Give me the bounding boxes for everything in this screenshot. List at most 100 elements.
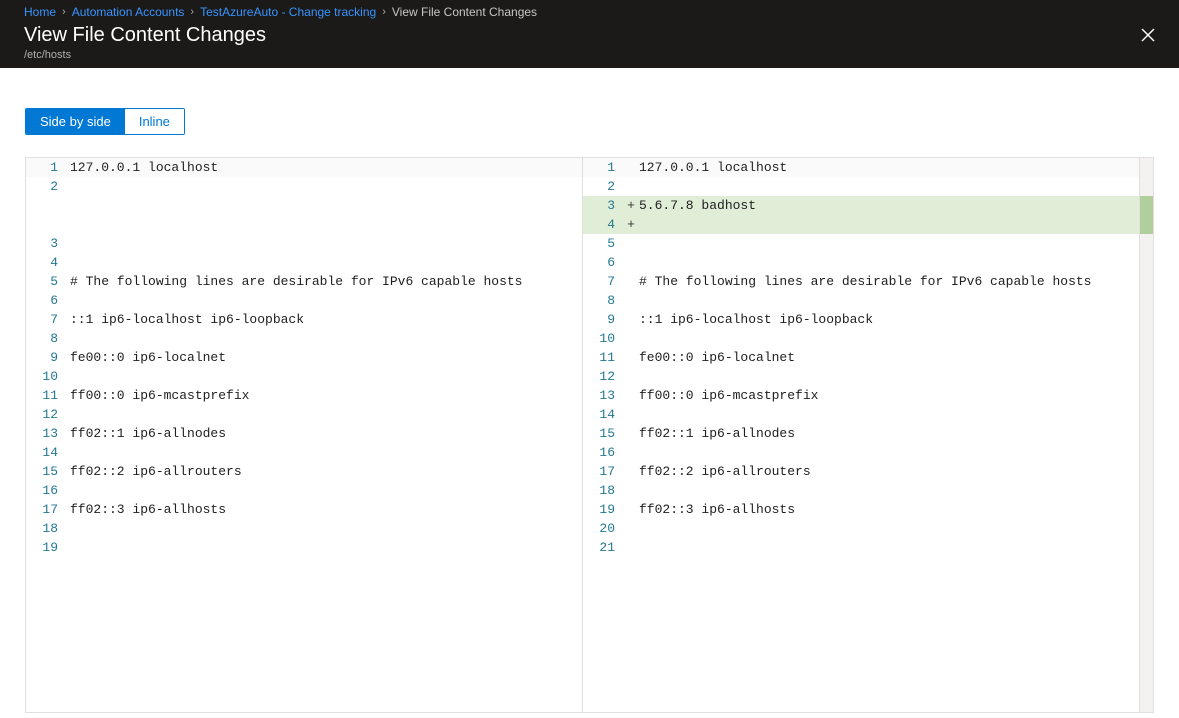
line-number: 11 [26, 386, 68, 405]
diff-line: 18 [583, 481, 1139, 500]
page-title: View File Content Changes [24, 22, 266, 48]
line-number: 14 [26, 443, 68, 462]
top-bar: Home › Automation Accounts › TestAzureAu… [0, 0, 1179, 68]
line-number: 1 [26, 158, 68, 177]
line-number: 2 [583, 177, 625, 196]
line-number: 12 [26, 405, 68, 424]
line-content: 5.6.7.8 badhost [637, 196, 1139, 215]
chevron-right-icon: › [190, 6, 194, 18]
line-content: ff00::0 ip6-mcastprefix [637, 386, 1139, 405]
breadcrumb-tracking[interactable]: TestAzureAuto - Change tracking [200, 5, 376, 19]
diff-line: 12 [26, 405, 582, 424]
line-number: 18 [583, 481, 625, 500]
line-number: 17 [583, 462, 625, 481]
line-number: 4 [26, 253, 68, 272]
diff-line: 21 [583, 538, 1139, 557]
diff-overview-ruler[interactable] [1139, 158, 1153, 712]
diff-line: 9::1 ip6-localhost ip6-loopback [583, 310, 1139, 329]
diff-line: 12 [583, 367, 1139, 386]
diff-line: 14 [26, 443, 582, 462]
inline-tab[interactable]: Inline [125, 109, 184, 134]
line-content: 127.0.0.1 localhost [68, 158, 582, 177]
diff-line: 2 [583, 177, 1139, 196]
line-content: ff02::2 ip6-allrouters [68, 462, 582, 481]
diff-right-pane[interactable]: 1127.0.0.1 localhost23+5.6.7.8 badhost4+… [583, 158, 1139, 712]
line-number: 15 [26, 462, 68, 481]
diff-line: 1127.0.0.1 localhost [26, 158, 582, 177]
line-number: 21 [583, 538, 625, 557]
page-subtitle: /etc/hosts [24, 49, 266, 61]
diff-sign: + [625, 196, 637, 215]
line-content: fe00::0 ip6-localnet [68, 348, 582, 367]
line-content: ff02::3 ip6-allhosts [637, 500, 1139, 519]
line-number: 16 [583, 443, 625, 462]
line-number: 13 [26, 424, 68, 443]
diff-line: 13ff02::1 ip6-allnodes [26, 424, 582, 443]
close-button[interactable] [1135, 22, 1161, 48]
close-icon [1141, 28, 1155, 42]
line-number: 18 [26, 519, 68, 538]
breadcrumb-accounts[interactable]: Automation Accounts [72, 5, 185, 19]
diff-line: 6 [583, 253, 1139, 272]
line-number: 7 [583, 272, 625, 291]
diff-line: 10 [583, 329, 1139, 348]
diff-line: 9fe00::0 ip6-localnet [26, 348, 582, 367]
diff-line: 5# The following lines are desirable for… [26, 272, 582, 291]
diff-line: 3 [26, 234, 582, 253]
line-content: # The following lines are desirable for … [68, 272, 582, 291]
diff-line: 17ff02::3 ip6-allhosts [26, 500, 582, 519]
diff-viewer: 1127.0.0.1 localhost2345# The following … [25, 157, 1154, 713]
line-number: 20 [583, 519, 625, 538]
diff-line: 18 [26, 519, 582, 538]
line-number: 9 [583, 310, 625, 329]
line-content: fe00::0 ip6-localnet [637, 348, 1139, 367]
diff-line: 11ff00::0 ip6-mcastprefix [26, 386, 582, 405]
line-number: 19 [26, 538, 68, 557]
chevron-right-icon: › [382, 6, 386, 18]
line-number: 11 [583, 348, 625, 367]
diff-line: 13 ff00::0 ip6-mcastprefix [583, 386, 1139, 405]
breadcrumb: Home › Automation Accounts › TestAzureAu… [0, 0, 1179, 22]
line-content: ff00::0 ip6-mcastprefix [68, 386, 582, 405]
line-content: # The following lines are desirable for … [637, 272, 1139, 291]
breadcrumb-current: View File Content Changes [392, 5, 537, 19]
diff-line: 2 [26, 177, 582, 196]
line-number: 6 [583, 253, 625, 272]
diff-left-pane[interactable]: 1127.0.0.1 localhost2 345# The following … [26, 158, 583, 712]
diff-line: 19 [26, 538, 582, 557]
diff-line: 16 [583, 443, 1139, 462]
diff-line: 10 [26, 367, 582, 386]
line-number: 8 [26, 329, 68, 348]
diff-line: 5 [583, 234, 1139, 253]
diff-line: 6 [26, 291, 582, 310]
side-by-side-tab[interactable]: Side by side [26, 109, 125, 134]
diff-line [26, 196, 582, 215]
view-toggle: Side by side Inline [25, 108, 185, 135]
line-number: 16 [26, 481, 68, 500]
line-content: ff02::3 ip6-allhosts [68, 500, 582, 519]
diff-line: 15ff02::1 ip6-allnodes [583, 424, 1139, 443]
diff-line: 16 [26, 481, 582, 500]
diff-line: 3+5.6.7.8 badhost [583, 196, 1139, 215]
diff-line: 14 [583, 405, 1139, 424]
diff-line: 20 [583, 519, 1139, 538]
breadcrumb-home[interactable]: Home [24, 5, 56, 19]
line-number: 13 [583, 386, 625, 405]
line-content: ff02::1 ip6-allnodes [68, 424, 582, 443]
diff-line [26, 215, 582, 234]
line-number: 5 [583, 234, 625, 253]
diff-line: 8 [583, 291, 1139, 310]
chevron-right-icon: › [62, 6, 66, 18]
diff-line: 4 [26, 253, 582, 272]
line-number: 2 [26, 177, 68, 196]
diff-line: 17ff02::2 ip6-allrouters [583, 462, 1139, 481]
line-number: 19 [583, 500, 625, 519]
line-number: 6 [26, 291, 68, 310]
diff-line: 7 # The following lines are desirable for… [583, 272, 1139, 291]
content-area: Side by side Inline 1127.0.0.1 localhost… [0, 68, 1179, 718]
diff-line: 15ff02::2 ip6-allrouters [26, 462, 582, 481]
line-number: 3 [26, 234, 68, 253]
line-number: 17 [26, 500, 68, 519]
diff-line: 4+ [583, 215, 1139, 234]
line-number: 10 [26, 367, 68, 386]
